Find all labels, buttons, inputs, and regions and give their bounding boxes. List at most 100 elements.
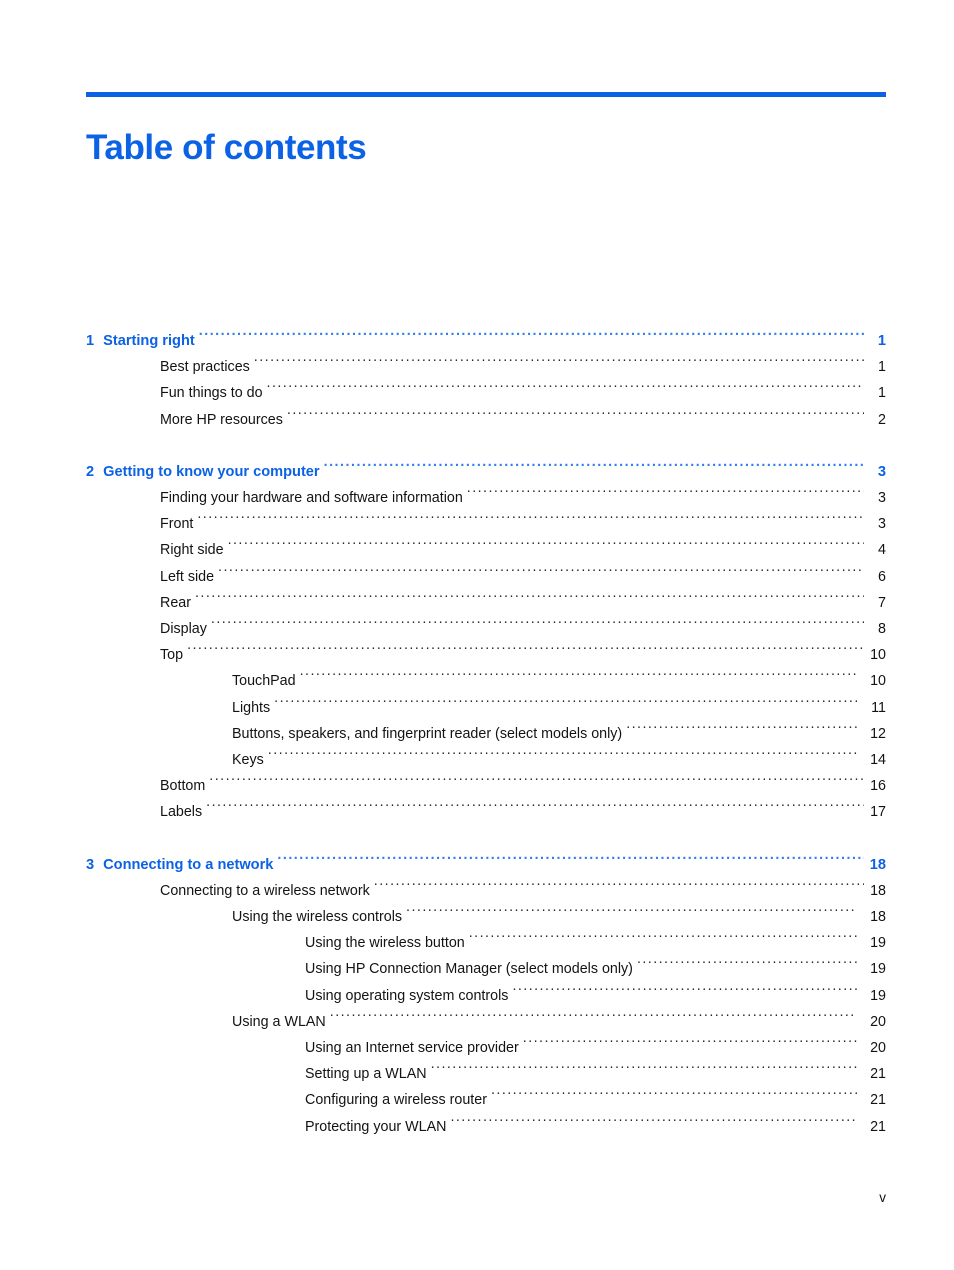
toc-entry[interactable]: Left side 6 xyxy=(86,564,886,590)
toc-entry-label: Setting up a WLAN xyxy=(305,1066,427,1083)
toc-entry[interactable]: Using HP Connection Manager (select mode… xyxy=(86,956,886,982)
dot-leader xyxy=(218,566,864,580)
toc-entry-page-number: 7 xyxy=(878,594,886,611)
toc-entry-label: Top xyxy=(160,647,184,664)
toc-entry-page-number: 11 xyxy=(871,699,886,716)
toc-entry-label: Front xyxy=(160,516,194,533)
toc-chapter-entry[interactable]: 1 Starting right 1 xyxy=(86,328,886,354)
toc-entry[interactable]: Finding your hardware and software infor… xyxy=(86,485,886,511)
dot-leader xyxy=(406,907,857,921)
toc-entry-page-number: 21 xyxy=(870,1066,886,1083)
toc-entry-page-number: 4 xyxy=(878,542,886,559)
toc-entry-page-number: 21 xyxy=(870,1118,886,1135)
title-rule xyxy=(86,92,886,97)
dot-leader xyxy=(206,802,864,816)
toc-entry-page-number: 16 xyxy=(870,778,886,795)
toc-entry-page-number: 3 xyxy=(878,516,886,533)
toc-entry-label: Right side xyxy=(160,542,224,559)
dot-leader xyxy=(277,854,864,869)
toc-entry-page-number: 20 xyxy=(870,1013,886,1030)
toc-entry[interactable]: Top 10 xyxy=(86,642,886,668)
toc-entry[interactable]: Lights 11 xyxy=(86,695,886,721)
dot-leader xyxy=(287,409,864,423)
toc-chapter-title: Connecting to a network xyxy=(103,856,274,873)
dot-leader xyxy=(450,1116,857,1130)
toc-entry[interactable]: Using operating system controls 19 xyxy=(86,983,886,1009)
toc-entry-label: More HP resources xyxy=(160,411,283,428)
toc-entry-page-number: 18 xyxy=(870,909,886,926)
toc-entry-page-number: 14 xyxy=(870,752,886,769)
toc-entry-label: Connecting to a wireless network xyxy=(160,882,370,899)
toc-entry-label: Bottom xyxy=(160,778,206,795)
toc-entry[interactable]: Buttons, speakers, and fingerprint reade… xyxy=(86,721,886,747)
toc-entry[interactable]: Fun things to do 1 xyxy=(86,380,886,406)
toc-entry[interactable]: Connecting to a wireless network 18 xyxy=(86,878,886,904)
toc-entry[interactable]: Using an Internet service provider 20 xyxy=(86,1035,886,1061)
toc-entry[interactable]: Best practices 1 xyxy=(86,354,886,380)
toc-entry[interactable]: Bottom 16 xyxy=(86,773,886,799)
toc-entry[interactable]: Setting up a WLAN 21 xyxy=(86,1061,886,1087)
dot-leader xyxy=(330,1012,857,1026)
dot-leader xyxy=(197,514,864,528)
dot-leader xyxy=(187,645,864,659)
toc-entry-label: Finding your hardware and software infor… xyxy=(160,490,463,507)
toc-entry[interactable]: Labels 17 xyxy=(86,799,886,825)
toc-entry-label: Display xyxy=(160,621,207,638)
toc-entry-page-number: 18 xyxy=(870,882,886,899)
toc-entry-page-number: 10 xyxy=(870,647,886,664)
toc-entry-page-number: 19 xyxy=(870,987,886,1004)
toc-chapter-page-number: 3 xyxy=(877,463,886,480)
toc-entry-page-number: 19 xyxy=(870,961,886,978)
toc-chapter-entry[interactable]: 3 Connecting to a network 18 xyxy=(86,852,886,878)
toc-entry[interactable]: Right side 4 xyxy=(86,537,886,563)
dot-leader xyxy=(195,593,864,607)
toc-entry-page-number: 20 xyxy=(870,1040,886,1057)
dot-leader xyxy=(268,750,857,764)
toc-chapter-block: 2 Getting to know your computer 3 Finding y… xyxy=(86,459,886,826)
toc-entry[interactable]: Front 3 xyxy=(86,511,886,537)
toc-chapter-title: Starting right xyxy=(103,333,195,349)
toc-entry[interactable]: Configuring a wireless router 21 xyxy=(86,1087,886,1113)
toc-entry[interactable]: Display 8 xyxy=(86,616,886,642)
toc-chapter-entry[interactable]: 2 Getting to know your computer 3 xyxy=(86,459,886,485)
dot-leader xyxy=(254,357,864,371)
dot-leader xyxy=(512,985,857,999)
toc-entry[interactable]: Using the wireless button 19 xyxy=(86,930,886,956)
toc-entry-label: Fun things to do xyxy=(160,385,263,402)
toc-entry[interactable]: Rear 7 xyxy=(86,590,886,616)
toc-entry[interactable]: Protecting your WLAN 21 xyxy=(86,1114,886,1140)
toc-entry-label: Using the wireless button xyxy=(305,935,465,952)
toc-entry-label: Left side xyxy=(160,568,215,585)
toc-entry[interactable]: More HP resources 2 xyxy=(86,407,886,433)
dot-leader xyxy=(211,619,864,633)
toc-entry[interactable]: Keys 14 xyxy=(86,747,886,773)
toc-entry-label: Using an Internet service provider xyxy=(305,1040,519,1057)
toc-entry-label: Rear xyxy=(160,594,191,611)
toc-entry-page-number: 2 xyxy=(878,411,886,428)
toc-chapter-page-number: 1 xyxy=(877,333,886,349)
toc-entry-label: Labels xyxy=(160,804,203,821)
toc-entry-page-number: 1 xyxy=(878,385,886,402)
toc-chapter-number: 3 xyxy=(86,856,95,873)
toc-chapter-block: 1Starting right1Best practices1Fun thing… xyxy=(86,328,886,433)
toc-entry-page-number: 1 xyxy=(878,359,886,376)
toc-entry[interactable]: Using a WLAN 20 xyxy=(86,1009,886,1035)
toc-entry-label: Using operating system controls xyxy=(305,987,509,1004)
toc-entry[interactable]: Using the wireless controls 18 xyxy=(86,904,886,930)
dot-leader xyxy=(523,1038,857,1052)
dot-leader xyxy=(228,540,864,554)
page-folio: v xyxy=(879,1190,886,1205)
toc-page: Table of contents 1Starting right1Best p… xyxy=(0,0,954,1270)
dot-leader xyxy=(637,959,857,973)
toc-chapter-title: Getting to know your computer xyxy=(103,463,320,480)
toc-entry-label: Using the wireless controls xyxy=(232,909,403,926)
toc-chapter-number: 1 xyxy=(86,333,95,349)
dot-leader xyxy=(374,881,864,895)
dot-leader xyxy=(491,1090,857,1104)
toc-chapter-block: 3Connecting to a network18Connecting to … xyxy=(86,852,886,1140)
toc-entry-label: Configuring a wireless router xyxy=(305,1092,487,1109)
toc-entry[interactable]: TouchPad 10 xyxy=(86,668,886,694)
toc-entry-page-number: 3 xyxy=(878,490,886,507)
toc-entry-page-number: 10 xyxy=(870,673,886,690)
toc-entry-page-number: 6 xyxy=(878,568,886,585)
